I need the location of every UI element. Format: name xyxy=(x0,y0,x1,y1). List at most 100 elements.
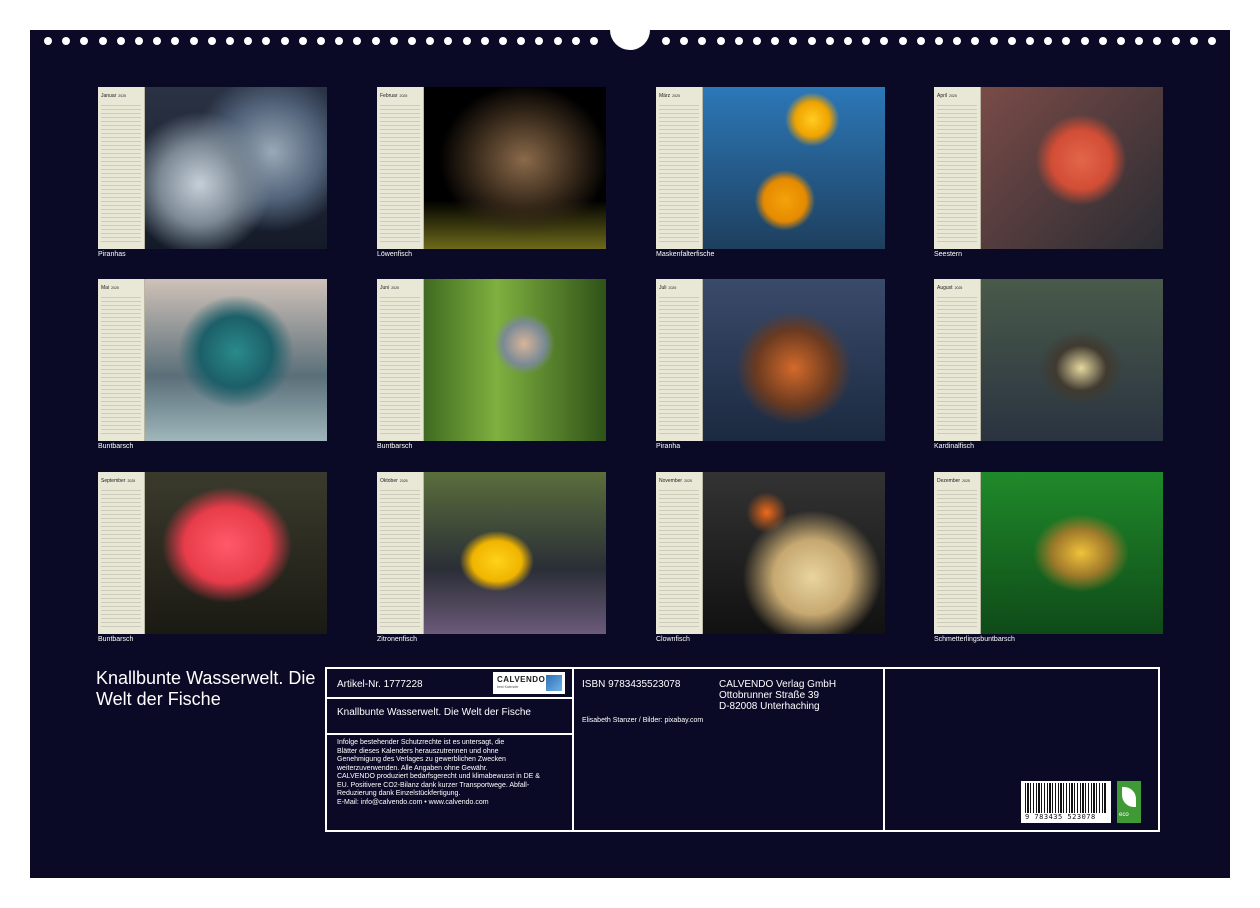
fish-photo xyxy=(703,472,885,634)
binding-hole xyxy=(844,37,852,45)
month-page: September2025 Buntbarsch xyxy=(98,472,327,650)
binding-hole xyxy=(1044,37,1052,45)
month-name: Februar xyxy=(380,93,398,99)
isbn-barcode: 9 783435 523078 xyxy=(1021,781,1111,823)
binding-hole xyxy=(426,37,434,45)
spiral-binding xyxy=(30,30,1230,52)
binding-hole xyxy=(717,37,725,45)
info-divider xyxy=(572,669,574,830)
calendar-strip: Dezember2025 xyxy=(934,472,981,634)
day-lines xyxy=(937,487,977,630)
binding-hole xyxy=(880,37,888,45)
binding-hole xyxy=(444,37,452,45)
photo-caption: Buntbarsch xyxy=(98,443,133,450)
photo-caption: Clownfisch xyxy=(656,636,690,643)
binding-hole xyxy=(335,37,343,45)
binding-hole xyxy=(698,37,706,45)
month-year: 2025 xyxy=(962,479,970,483)
binding-hole xyxy=(917,37,925,45)
photo-caption: Löwenfisch xyxy=(377,251,412,258)
calendar-strip: Juni2025 xyxy=(377,279,424,441)
publisher-address: CALVENDO Verlag GmbHOttobrunner Straße 3… xyxy=(719,679,836,712)
legal-line: CALVENDO produziert bedarfsgerecht und k… xyxy=(337,773,569,782)
calendar-back-sheet: Januar2025PiranhasFebruar2025LöwenfischM… xyxy=(30,30,1230,878)
month-page: Mai2025 Buntbarsch xyxy=(98,279,327,457)
binding-hole xyxy=(990,37,998,45)
month-year: 2025 xyxy=(672,94,680,98)
month-page: August2025Kardinalfisch xyxy=(934,279,1163,457)
month-page: November2025Clownfisch xyxy=(656,472,885,650)
legal-line: Genehmigung des Verlages zu gewerblichen… xyxy=(337,756,569,765)
binding-hole xyxy=(662,37,670,45)
binding-hole xyxy=(535,37,543,45)
month-preview: September2025 xyxy=(98,472,327,634)
binding-hole xyxy=(1099,37,1107,45)
legal-line: E-Mail: info@calvendo.com • www.calvendo… xyxy=(337,799,569,808)
binding-hole xyxy=(789,37,797,45)
month-name: April xyxy=(937,93,947,99)
info-divider xyxy=(327,697,572,699)
photo-caption: Buntbarsch xyxy=(98,636,133,643)
month-label: Mai2025 xyxy=(101,285,119,291)
month-label: Februar2025 xyxy=(380,93,407,99)
month-preview: Februar2025 xyxy=(377,87,606,249)
binding-hole xyxy=(680,37,688,45)
month-name: Oktober xyxy=(380,478,398,484)
month-page: Februar2025 Löwenfisch xyxy=(377,87,606,265)
month-label: August2025 xyxy=(937,285,962,291)
month-name: Dezember xyxy=(937,478,960,484)
fish-photo xyxy=(703,87,885,249)
logo-subtext: best Kalender xyxy=(497,685,519,689)
barcode-bars xyxy=(1025,783,1107,813)
eco-text: eco xyxy=(1119,812,1129,818)
calendar-strip: Oktober2025 xyxy=(377,472,424,634)
binding-hole xyxy=(317,37,325,45)
month-name: Juli xyxy=(659,285,667,291)
fish-photo xyxy=(145,472,327,634)
month-label: Juni2025 xyxy=(380,285,399,291)
day-lines xyxy=(101,102,141,245)
month-year: 2025 xyxy=(127,479,135,483)
binding-hole xyxy=(554,37,562,45)
publisher-line: CALVENDO Verlag GmbH xyxy=(719,679,836,690)
month-preview: Juli2025 xyxy=(656,279,885,441)
fish-photo xyxy=(981,87,1163,249)
binding-hole xyxy=(299,37,307,45)
fish-photo xyxy=(424,472,606,634)
month-page: Juli2025Piranha xyxy=(656,279,885,457)
month-name: März xyxy=(659,93,670,99)
calendar-strip: März2025 xyxy=(656,87,703,249)
month-preview: Mai2025 xyxy=(98,279,327,441)
month-name: November xyxy=(659,478,682,484)
binding-hole xyxy=(262,37,270,45)
fish-photo xyxy=(981,279,1163,441)
binding-hole xyxy=(572,37,580,45)
legal-line: Infolge bestehender Schutzrechte ist es … xyxy=(337,739,569,748)
binding-hole xyxy=(1026,37,1034,45)
hanger-hole xyxy=(610,10,650,50)
legal-line: Blätter dieses Kalenders herauszutrennen… xyxy=(337,748,569,757)
month-label: März2025 xyxy=(659,93,680,99)
month-year: 2025 xyxy=(949,94,957,98)
month-name: Juni xyxy=(380,285,389,291)
binding-hole xyxy=(44,37,52,45)
month-label: April2025 xyxy=(937,93,957,99)
calendar-strip: Juli2025 xyxy=(656,279,703,441)
binding-hole xyxy=(62,37,70,45)
binding-hole xyxy=(281,37,289,45)
binding-hole xyxy=(808,37,816,45)
photo-caption: Zitronenfisch xyxy=(377,636,417,643)
binding-hole xyxy=(1062,37,1070,45)
day-lines xyxy=(101,294,141,437)
info-divider xyxy=(327,733,572,735)
calendar-title: Knallbunte Wasserwelt. Die Welt der Fisc… xyxy=(96,668,316,710)
month-label: Januar2025 xyxy=(101,93,126,99)
month-preview: Juni2025 xyxy=(377,279,606,441)
calendar-strip: September2025 xyxy=(98,472,145,634)
calendar-strip: August2025 xyxy=(934,279,981,441)
day-lines xyxy=(937,102,977,245)
day-lines xyxy=(659,102,699,245)
publisher-line: D-82008 Unterhaching xyxy=(719,701,836,712)
binding-hole xyxy=(935,37,943,45)
month-label: September2025 xyxy=(101,478,135,484)
